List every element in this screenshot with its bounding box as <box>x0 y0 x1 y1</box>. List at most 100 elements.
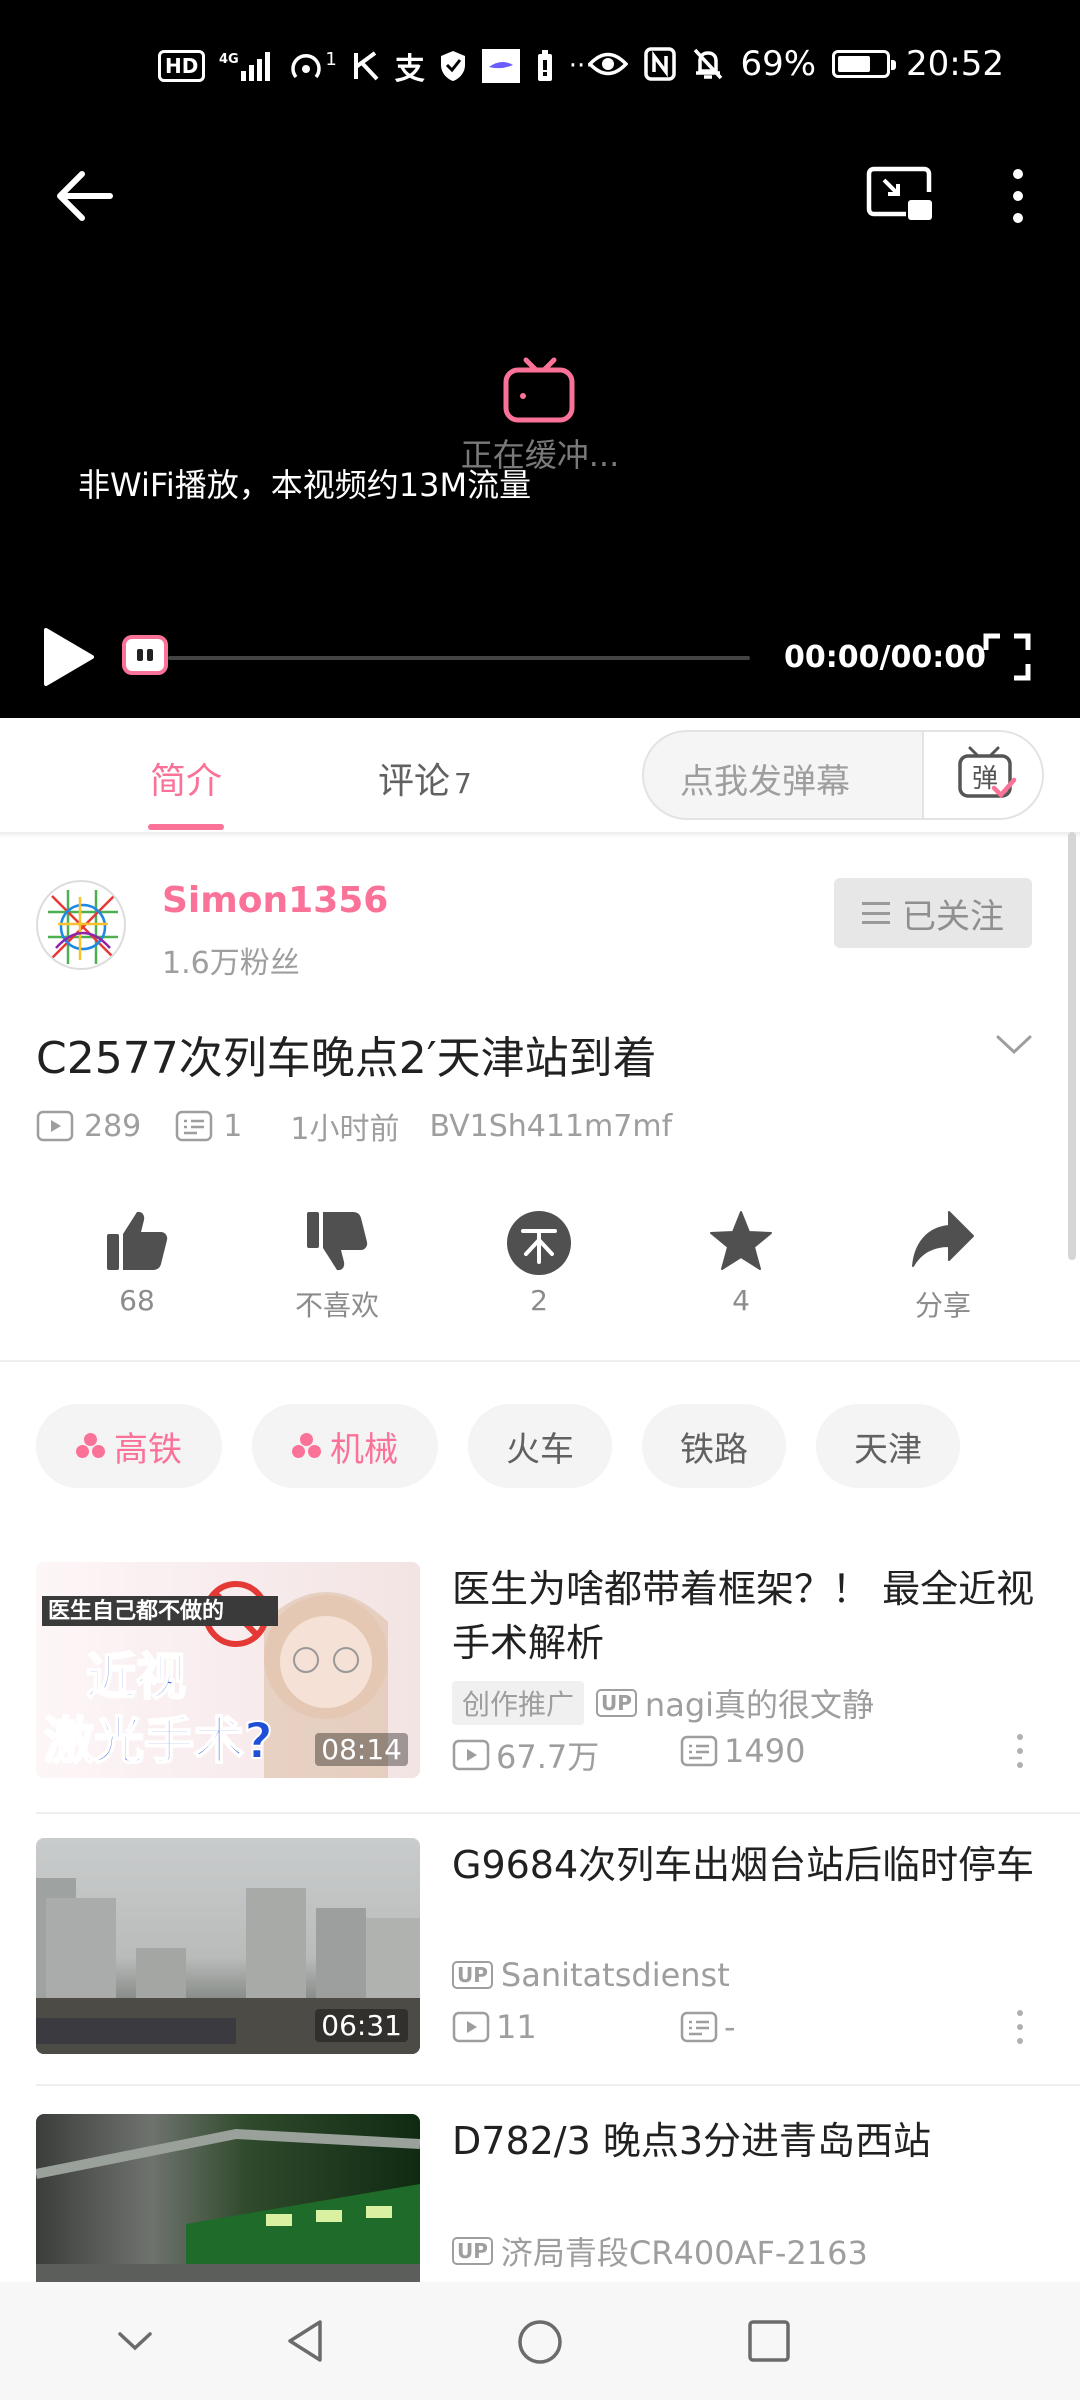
tab-comments[interactable]: 评论 7 <box>378 752 472 804</box>
share-button[interactable]: 分享 <box>888 1210 998 1324</box>
play-icon[interactable] <box>40 626 96 688</box>
channel-icon <box>292 1433 322 1459</box>
list-divider <box>36 1812 1080 1814</box>
tag-railway[interactable]: 铁路 <box>642 1404 786 1488</box>
video-duration: 08:14 <box>315 1733 408 1766</box>
star-icon <box>710 1211 772 1270</box>
dislike-button[interactable]: 不喜欢 <box>282 1210 392 1324</box>
danmaku-tv-icon: 弹 <box>958 746 1017 799</box>
promo-badge: 创作推广 <box>452 1681 585 1725</box>
more-options-icon[interactable] <box>998 164 1038 228</box>
favorite-button[interactable]: 4 <box>686 1210 796 1317</box>
menu-lines-icon <box>862 902 890 924</box>
up-badge: UP <box>596 1689 637 1717</box>
danmaku-count-icon <box>176 1110 213 1142</box>
tag-label: 机械 <box>330 1429 398 1470</box>
channel-icon <box>76 1433 106 1459</box>
fullscreen-icon[interactable] <box>982 632 1032 682</box>
play-stat: 11 <box>452 2008 537 2046</box>
danmaku-count-icon <box>680 2011 718 2043</box>
battery-saver-icon <box>537 50 552 81</box>
list-item[interactable]: 医生自己都不做的 近视 激光手术? 08:14 医生为啥都带着框架？！ 最全近视… <box>0 1562 1080 1822</box>
danmaku-count: 1 <box>223 1108 243 1144</box>
section-divider <box>0 1360 1080 1362</box>
battery-percent: 69% <box>740 44 817 84</box>
tab-bar: 简介 评论 7 点我发弹幕 弹 <box>0 718 1080 832</box>
nfc-icon <box>644 47 677 81</box>
uploader-line: UP Sanitatsdienst <box>452 1956 730 1994</box>
bilibili-tv-icon <box>503 357 575 423</box>
cast-screen-icon[interactable] <box>866 166 934 226</box>
recents-square-icon[interactable] <box>746 2318 792 2364</box>
video-thumbnail[interactable]: 医生自己都不做的 近视 激光手术? 08:14 <box>36 1562 420 1778</box>
4g-signal-icon: 4G <box>219 52 271 81</box>
tag-label: 铁路 <box>680 1429 748 1470</box>
back-triangle-icon[interactable] <box>282 2318 328 2364</box>
list-item[interactable]: 06:31 G9684次列车出烟台站后临时停车 UP Sanitatsdiens… <box>0 1838 1080 2098</box>
dislike-label: 不喜欢 <box>294 1289 379 1322</box>
related-title: D782/3 晚点3分进青岛西站 <box>452 2119 932 2163</box>
status-left-icons: HD 4G 1 支 ··· <box>158 44 594 88</box>
danmaku-input[interactable]: 点我发弹幕 弹 <box>642 730 1044 820</box>
tag-train[interactable]: 火车 <box>468 1404 612 1488</box>
tag-highspeed-rail[interactable]: 高铁 <box>36 1404 222 1488</box>
data-usage-notice: 非WiFi播放，本视频约13M流量 <box>78 466 532 504</box>
danmaku-toggle-icon[interactable] <box>122 635 168 675</box>
tab-divider <box>0 832 1080 838</box>
uploader-line: UP 济局青段CR400AF-2163 <box>452 2228 868 2274</box>
hotspot-icon: 1 <box>287 49 337 83</box>
tag-label: 高铁 <box>114 1429 182 1470</box>
mute-bell-icon <box>694 48 723 80</box>
play-count-icon <box>452 2011 490 2043</box>
tag-machinery[interactable]: 机械 <box>252 1404 438 1488</box>
status-right-icons: 69% 20:52 <box>588 44 1004 84</box>
thumb-caption-3: 激光手术? <box>44 1712 273 1770</box>
chevron-down-icon[interactable] <box>112 2318 158 2364</box>
scrollbar[interactable] <box>1068 832 1076 1260</box>
app-notify-icon <box>481 49 520 83</box>
video-thumbnail[interactable] <box>36 2114 420 2282</box>
share-label: 分享 <box>914 1289 971 1322</box>
like-count: 68 <box>119 1284 155 1317</box>
thumb-caption-1: 医生自己都不做的 <box>48 1598 224 1624</box>
avatar[interactable] <box>36 880 126 970</box>
clock: 20:52 <box>906 44 1004 84</box>
coin-button[interactable]: 2 <box>484 1210 594 1317</box>
video-thumbnail[interactable]: 06:31 <box>36 1838 420 2054</box>
up-badge: UP <box>452 2237 493 2265</box>
back-arrow-icon[interactable] <box>52 164 116 228</box>
item-more-icon[interactable] <box>1012 1734 1028 1774</box>
coin-icon <box>507 1211 571 1275</box>
bv-id: BV1Sh411m7mf <box>429 1108 673 1144</box>
video-player[interactable]: 正在缓冲... 非WiFi播放，本视频约13M流量 00:00/00:00 <box>0 136 1080 718</box>
play-count-icon <box>452 1739 490 1771</box>
uploader-name[interactable]: Simon1356 <box>162 880 388 921</box>
favorite-count: 4 <box>732 1284 750 1317</box>
shield-icon <box>440 51 465 81</box>
hd-icon: HD <box>158 50 206 82</box>
tag-tianjin[interactable]: 天津 <box>816 1404 960 1488</box>
tag-label: 火车 <box>506 1429 574 1470</box>
play-count: 11 <box>496 2008 537 2046</box>
danmaku-settings-button[interactable]: 弹 <box>922 732 1042 818</box>
play-count: 289 <box>84 1108 142 1144</box>
tab-intro[interactable]: 简介 <box>147 752 225 830</box>
play-stat: 67.7万 <box>452 1732 599 1778</box>
home-circle-icon[interactable] <box>516 2318 564 2366</box>
following-button[interactable]: 已关注 <box>834 878 1032 948</box>
eye-comfort-icon <box>588 52 629 76</box>
status-bar: HD 4G 1 支 ··· 69% 20:52 <box>0 0 1080 136</box>
list-item[interactable]: D782/3 晚点3分进青岛西站 UP 济局青段CR400AF-2163 <box>0 2114 1080 2282</box>
hotspot-count: 1 <box>325 49 337 70</box>
danmaku-count: - <box>724 2008 736 2046</box>
danmaku-count-icon <box>680 1735 718 1767</box>
thumb-down-icon <box>307 1212 368 1271</box>
related-uploader: nagi真的很文静 <box>644 1686 875 1724</box>
chevron-down-icon[interactable] <box>994 1030 1034 1060</box>
item-more-icon[interactable] <box>1012 2010 1028 2050</box>
thumbnail-art <box>36 2128 420 2282</box>
svg-text:4G: 4G <box>219 52 239 67</box>
alipay-icon: 支 <box>394 52 425 87</box>
like-button[interactable]: 68 <box>82 1210 192 1317</box>
progress-bar[interactable] <box>168 656 750 660</box>
